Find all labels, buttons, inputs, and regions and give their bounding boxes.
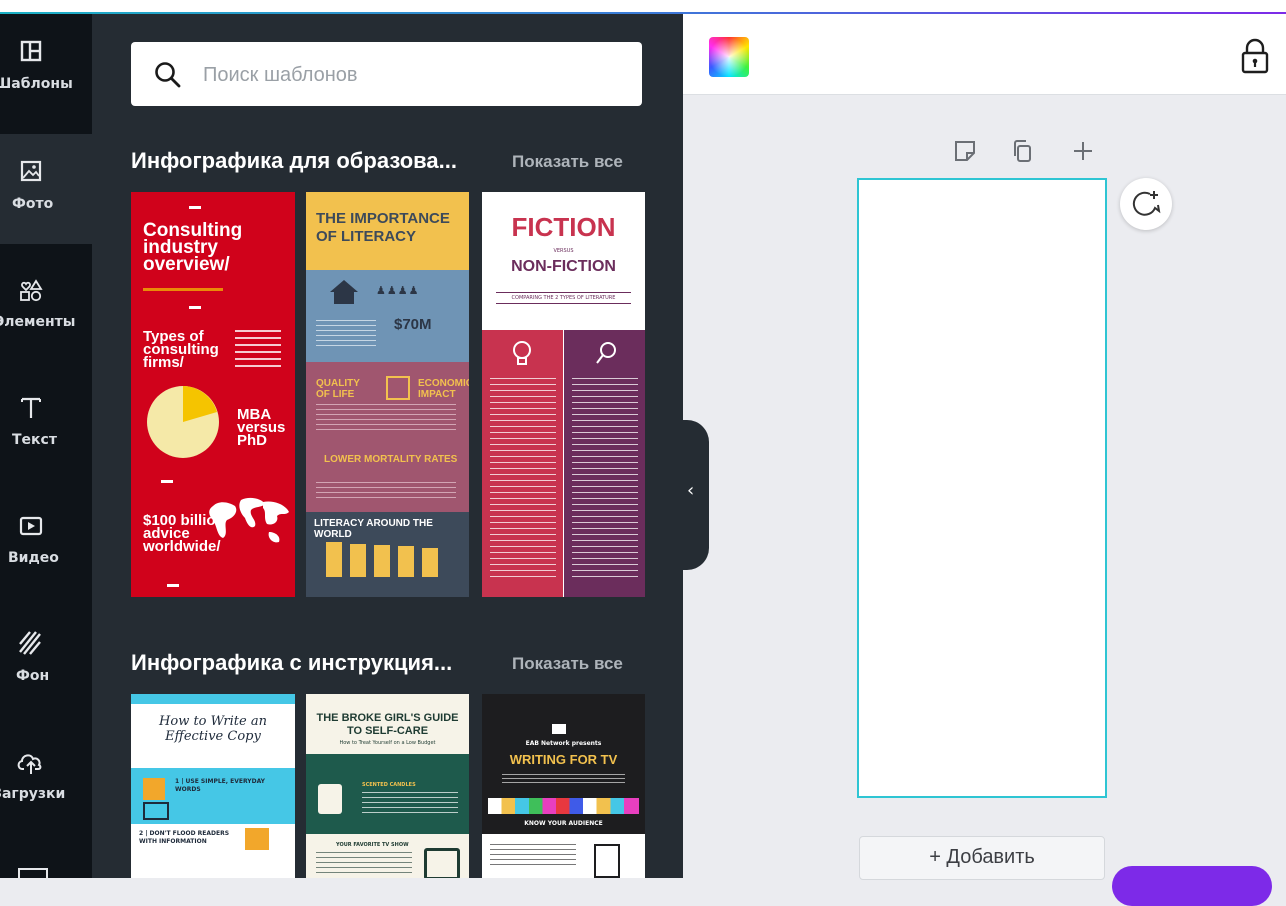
template-card-self-care[interactable]: THE BROKE GIRL'S GUIDE TO SELF-CARE How … [306, 694, 469, 878]
template-card-effective-copy[interactable]: How to Write an Effective Copy 1 | USE S… [131, 694, 295, 878]
template-section: KNOW YOUR AUDIENCE [524, 820, 603, 827]
rail-label: Элементы [0, 314, 76, 330]
templates-icon [20, 40, 42, 62]
people-icons: ♟♟♟♟ [376, 284, 420, 297]
rail-item-background[interactable]: Фон [0, 606, 92, 716]
text-icon [21, 397, 41, 418]
pie-chart-icon [147, 386, 219, 458]
template-stat: $100 billion advice worldwide/ [143, 512, 225, 555]
show-all-link[interactable]: Показать все [512, 152, 623, 172]
template-point: SCENTED CANDLES [362, 782, 416, 788]
rail-label: Шаблоны [0, 76, 73, 92]
template-title: Consulting industry overview/ [143, 220, 243, 275]
search-icon [155, 62, 181, 88]
rail-label: Загрузки [0, 786, 66, 802]
add-page-button[interactable]: + Добавить [859, 836, 1105, 880]
template-card-literacy[interactable]: THE IMPORTANCE OF LITERACY ♟♟♟♟ $70M QUA… [306, 192, 469, 597]
rail-item-text[interactable]: Текст [0, 370, 92, 480]
rail-item-elements[interactable]: Элементы [0, 252, 92, 362]
rail-label: Фото [12, 196, 54, 212]
rail-item-uploads[interactable]: Загрузки [0, 724, 92, 834]
template-economic: ECONOMIC IMPACT [418, 378, 469, 400]
background-icon [19, 631, 41, 655]
chevron-left-icon: ‹ [687, 480, 695, 501]
rail-item-templates[interactable]: Шаблоны [0, 14, 92, 124]
add-comment-button[interactable] [1120, 178, 1172, 230]
template-card-writing-tv[interactable]: EAB Network presents WRITING FOR TV KNOW… [482, 694, 645, 878]
rail-item-photo[interactable]: Фото [0, 134, 92, 244]
template-chart-label: MBA versus PhD [237, 406, 286, 449]
rail-label: Текст [12, 432, 57, 448]
template-title: FICTION [511, 212, 616, 242]
folder-icon[interactable] [18, 868, 48, 880]
template-point2: 2 | DON'T FLOOD READERS WITH INFORMATION [139, 830, 230, 845]
section-title: Инфографика для образова... [131, 148, 457, 173]
template-title: How to Write an Effective Copy [159, 714, 267, 744]
template-card-fiction[interactable]: FICTION VERSUS NON-FICTION COMPARING THE… [482, 192, 645, 597]
rail-label: Видео [8, 550, 59, 566]
search-box[interactable] [131, 42, 642, 106]
purple-action-button[interactable] [1112, 866, 1272, 906]
rail-item-video[interactable]: Видео [0, 488, 92, 598]
left-rail: Шаблоны Фото Элементы Текст Видео Фон За… [0, 14, 92, 880]
template-subtitle: How to Treat Yourself on a Low Budget [339, 740, 436, 746]
template-stat: $70M [394, 316, 432, 333]
editor-toolbar [683, 14, 1286, 95]
section-title: Инфографика с инструкция... [131, 650, 453, 675]
photo-icon [20, 160, 42, 182]
add-comment-icon [1132, 191, 1161, 216]
design-canvas[interactable] [857, 178, 1107, 798]
video-icon [19, 516, 43, 536]
color-picker-icon[interactable] [709, 37, 749, 77]
note-icon[interactable] [952, 138, 978, 164]
collapse-panel-button[interactable]: ‹ [683, 420, 709, 570]
add-page-icon[interactable] [1070, 138, 1096, 164]
template-quality: QUALITY OF LIFE [316, 378, 360, 400]
magnifier-icon [596, 342, 616, 364]
template-mortality: LOWER MORTALITY RATES [324, 454, 458, 465]
template-card-consulting[interactable]: Consulting industry overview/ Types of c… [131, 192, 295, 597]
duplicate-page-icon[interactable] [1010, 138, 1036, 164]
lock-icon[interactable] [1238, 36, 1272, 76]
template-point2: YOUR FAVORITE TV SHOW [336, 842, 409, 848]
search-input[interactable] [201, 54, 625, 96]
templates-panel: Инфографика для образова... Показать все… [92, 14, 683, 878]
page-tools [950, 136, 1100, 166]
template-title: THE IMPORTANCE OF LITERACY [316, 210, 450, 245]
house-icon [330, 280, 358, 304]
upload-icon [17, 754, 42, 774]
show-all-link[interactable]: Показать все [512, 654, 623, 674]
template-kicker: EAB Network presents [525, 740, 602, 747]
lightbulb-icon [513, 341, 531, 365]
template-title: WRITING FOR TV [509, 752, 618, 767]
elements-icon [20, 279, 43, 302]
template-versus: VERSUS [553, 248, 574, 254]
template-title: THE BROKE GIRL'S GUIDE TO SELF-CARE [316, 712, 459, 737]
template-caption: COMPARING THE 2 TYPES OF LITERATURE [496, 292, 631, 304]
template-subtitle: Types of consulting firms/ [143, 328, 219, 371]
rail-label: Фон [16, 668, 50, 684]
template-around: LITERACY AROUND THE WORLD [314, 518, 433, 540]
top-accent [0, 0, 1286, 14]
template-subtitle: NON-FICTION [511, 258, 616, 275]
template-point: 1 | USE SIMPLE, EVERYDAY WORDS [175, 778, 266, 793]
